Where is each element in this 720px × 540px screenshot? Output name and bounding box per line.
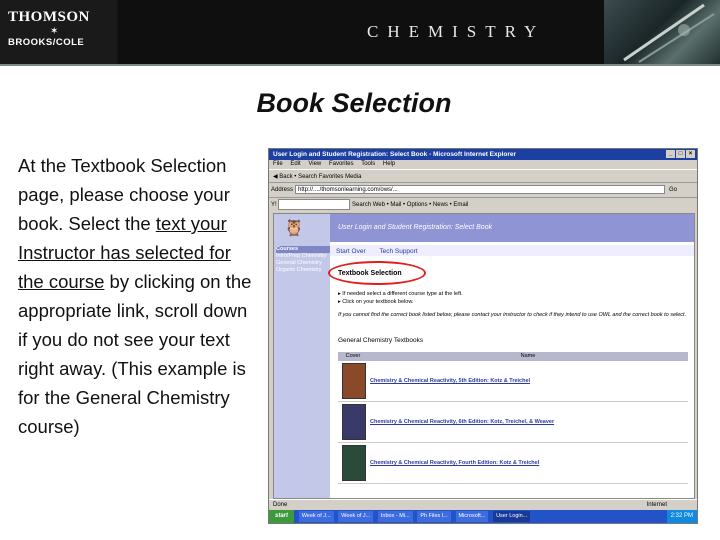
publisher-logo: THOMSON ✶ BROOKS/COLE <box>0 0 116 64</box>
courses-heading: Courses <box>276 246 330 253</box>
table-header: Cover Name <box>338 352 688 361</box>
bullet-item: ▸ If needed select a different course ty… <box>338 291 463 297</box>
taskbar-item[interactable]: Week of J... <box>298 511 334 522</box>
links-text[interactable]: Search Web • Mail • Options • News • Ema… <box>352 202 468 208</box>
menu-file[interactable]: File <box>273 161 283 167</box>
menu-tools[interactable]: Tools <box>361 161 375 167</box>
browser-window-title: User Login and Student Registration: Sel… <box>273 151 517 158</box>
instruction-text: At the Textbook Selection page, please c… <box>18 151 260 441</box>
content-tabs: Start Over Tech Support <box>336 248 430 255</box>
course-organic[interactable]: Organic Chemistry <box>276 267 330 274</box>
courses-list: Courses Intro/Prep Chemistry General Che… <box>276 246 330 274</box>
page-content: 🦉 Courses Intro/Prep Chemistry General C… <box>273 213 695 499</box>
header-banner: THOMSON ✶ BROOKS/COLE CHEMISTRY <box>0 0 720 66</box>
table-row[interactable]: Chemistry & Chemical Reactivity, Fourth … <box>338 443 688 484</box>
sidebar-logo-area: 🦉 <box>274 214 330 242</box>
taskbar-item[interactable]: Microsoft... <box>455 511 489 522</box>
toolbar-search-input[interactable] <box>278 198 351 210</box>
table-row[interactable]: Chemistry & Chemical Reactivity, 6th Edi… <box>338 402 688 443</box>
content-header: User Login and Student Registration: Sel… <box>330 214 694 242</box>
book-link[interactable]: Chemistry & Chemical Reactivity, 5th Edi… <box>370 378 530 384</box>
taskbar-item[interactable]: Inbox - Mi... <box>377 511 413 522</box>
browser-screenshot: User Login and Student Registration: Sel… <box>268 148 698 524</box>
address-input[interactable]: http://..../thomsonlearning.com/ows/... <box>295 185 665 194</box>
book-cover-image[interactable] <box>342 363 366 399</box>
status-text: Done <box>273 502 288 508</box>
course-intro[interactable]: Intro/Prep Chemistry <box>276 253 330 260</box>
browser-menubar: File Edit View Favorites Tools Help <box>269 160 697 169</box>
status-zone: Internet <box>646 502 667 508</box>
textbooks-table: Cover Name Chemistry & Chemical Reactivi… <box>338 352 688 484</box>
content-header-title: User Login and Student Registration: Sel… <box>338 224 493 231</box>
banner-divider <box>0 64 720 66</box>
bullet-text: If needed select a different course type… <box>342 291 463 297</box>
taskbar-item-active[interactable]: User Login... <box>493 511 531 522</box>
page-title: Book Selection <box>256 88 452 118</box>
browser-titlebar: User Login and Student Registration: Sel… <box>269 149 697 160</box>
address-label: Address <box>271 187 294 193</box>
banner-title: CHEMISTRY <box>367 22 546 41</box>
instruction-part2: by clicking on the appropriate link, scr… <box>18 271 252 437</box>
maximize-icon[interactable]: □ <box>676 150 685 158</box>
owl-logo-icon: 🦉 <box>284 220 304 237</box>
address-bar: Address http://..../thomsonlearning.com/… <box>269 184 697 196</box>
links-bar: Y! Search Web • Mail • Options • News • … <box>269 197 697 211</box>
bullet-text: Click on your textbook below. <box>342 299 414 305</box>
windows-taskbar: start Week of J... Week of J... Inbox - … <box>269 510 697 523</box>
lab-glassware-icon <box>623 3 715 63</box>
browser-toolbar: ◀ Back • Search Favorites Media <box>269 169 697 183</box>
yahoo-icon[interactable]: Y! <box>271 202 277 208</box>
taskbar-item[interactable]: Ph Files I... <box>417 511 451 522</box>
book-link[interactable]: Chemistry & Chemical Reactivity, 6th Edi… <box>370 419 554 425</box>
menu-help[interactable]: Help <box>383 161 395 167</box>
textbooks-heading: General Chemistry Textbooks <box>338 337 424 344</box>
taskbar-item[interactable]: Week of J... <box>338 511 374 522</box>
bullet-item: ▸ Click on your textbook below. <box>338 299 414 305</box>
tab-tech-support[interactable]: Tech Support <box>379 248 417 255</box>
course-general[interactable]: General Chemistry <box>276 260 330 267</box>
minimize-icon[interactable]: _ <box>666 150 675 158</box>
banner-lab-image <box>604 0 720 64</box>
status-bar: Done Internet <box>269 499 697 509</box>
highlight-oval <box>328 261 426 285</box>
col-name: Name <box>520 353 536 359</box>
menu-edit[interactable]: Edit <box>290 161 300 167</box>
toolbar-text[interactable]: Back • Search Favorites Media <box>279 174 361 180</box>
tab-start-over[interactable]: Start Over <box>336 248 366 255</box>
contact-note: If you cannot find the correct book list… <box>338 312 687 318</box>
go-button[interactable]: Go <box>669 184 677 196</box>
system-clock: 2:32 PM <box>666 510 697 523</box>
book-link[interactable]: Chemistry & Chemical Reactivity, Fourth … <box>370 460 539 466</box>
col-cover: Cover <box>345 353 361 359</box>
logo-brooks-cole: BROOKS/COLE <box>8 37 85 48</box>
start-button[interactable]: start <box>269 510 295 523</box>
table-row[interactable]: Chemistry & Chemical Reactivity, 5th Edi… <box>338 361 688 402</box>
close-icon[interactable]: × <box>686 150 695 158</box>
logo-star-icon: ✶ <box>50 26 59 37</box>
instruction-bullets: ▸ If needed select a different course ty… <box>338 290 463 306</box>
back-arrow-icon[interactable]: ◀ <box>273 174 278 180</box>
menu-view[interactable]: View <box>308 161 321 167</box>
book-cover-image[interactable] <box>342 445 366 481</box>
book-cover-image[interactable] <box>342 404 366 440</box>
menu-favorites[interactable]: Favorites <box>329 161 354 167</box>
logo-thomson: THOMSON <box>8 9 90 25</box>
